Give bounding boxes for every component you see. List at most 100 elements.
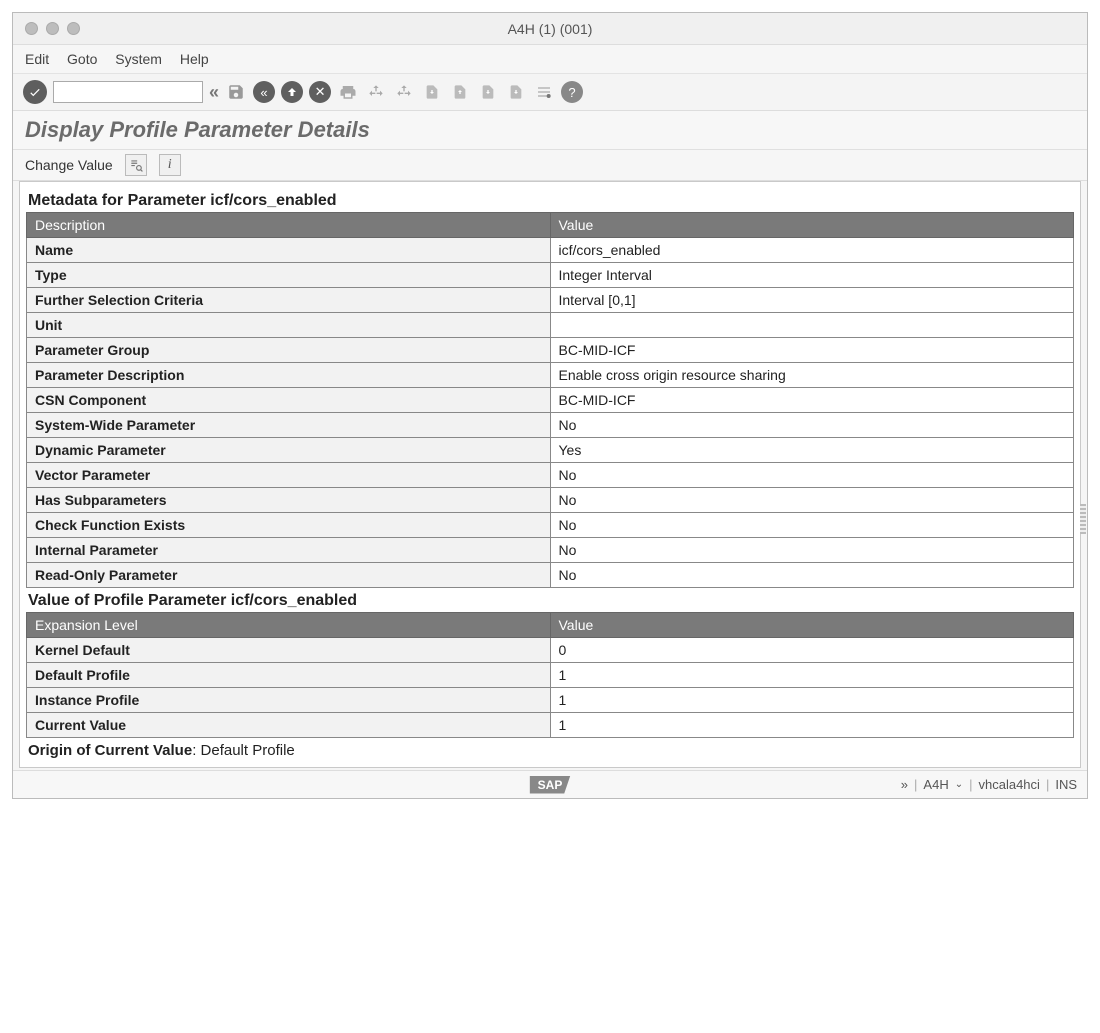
status-host: vhcala4hci <box>979 777 1040 792</box>
zoom-dot-icon[interactable] <box>67 22 80 35</box>
help-icon[interactable]: ? <box>561 81 583 103</box>
cancel-icon[interactable]: ✕ <box>309 81 331 103</box>
row-label: Check Function Exists <box>27 513 551 538</box>
row-value: BC-MID-ICF <box>550 388 1074 413</box>
new-session-icon[interactable] <box>533 81 555 103</box>
row-value: 1 <box>550 688 1074 713</box>
row-label: Read-Only Parameter <box>27 563 551 588</box>
origin-label: Origin of Current Value <box>28 742 192 759</box>
row-value: No <box>550 538 1074 563</box>
row-value: No <box>550 563 1074 588</box>
row-label: Further Selection Criteria <box>27 288 551 313</box>
menubar: Edit Goto System Help <box>13 45 1087 74</box>
table-row: Parameter GroupBC-MID-ICF <box>27 338 1074 363</box>
table-row: Vector ParameterNo <box>27 463 1074 488</box>
menu-help[interactable]: Help <box>180 51 209 67</box>
table-row: Instance Profile1 <box>27 688 1074 713</box>
window-title: A4H (1) (001) <box>13 21 1087 37</box>
row-value: No <box>550 463 1074 488</box>
row-label: Current Value <box>27 713 551 738</box>
next-page-icon[interactable] <box>477 81 499 103</box>
standard-toolbar: « « ✕ ? <box>13 74 1087 111</box>
back-double-icon[interactable]: « <box>209 82 219 103</box>
origin-value: Default Profile <box>201 742 295 759</box>
status-expand-icon[interactable]: » <box>901 777 908 792</box>
page-title: Display Profile Parameter Details <box>13 111 1087 150</box>
app-toolbar: Change Value i <box>13 150 1087 181</box>
table-row: Unit <box>27 313 1074 338</box>
origin-line: Origin of Current Value: Default Profile <box>26 738 1074 763</box>
status-system[interactable]: A4H <box>923 777 948 792</box>
metadata-section-title: Metadata for Parameter icf/cors_enabled <box>28 192 1072 210</box>
row-value: 1 <box>550 713 1074 738</box>
table-row: Read-Only ParameterNo <box>27 563 1074 588</box>
row-label: Internal Parameter <box>27 538 551 563</box>
table-row: Internal ParameterNo <box>27 538 1074 563</box>
sap-logo-icon: SAP <box>530 776 571 794</box>
row-value: 0 <box>550 638 1074 663</box>
menu-system[interactable]: System <box>115 51 162 67</box>
find-next-icon[interactable] <box>393 81 415 103</box>
row-value: No <box>550 488 1074 513</box>
table-row: Dynamic ParameterYes <box>27 438 1074 463</box>
metadata-col-value: Value <box>550 213 1074 238</box>
row-label: Unit <box>27 313 551 338</box>
table-row: Nameicf/cors_enabled <box>27 238 1074 263</box>
row-value: Enable cross origin resource sharing <box>550 363 1074 388</box>
row-label: Dynamic Parameter <box>27 438 551 463</box>
value-col-expansion: Expansion Level <box>27 613 551 638</box>
row-value: No <box>550 413 1074 438</box>
back-icon[interactable]: « <box>253 81 275 103</box>
prev-page-icon[interactable] <box>449 81 471 103</box>
table-row: Kernel Default0 <box>27 638 1074 663</box>
row-value <box>550 313 1074 338</box>
value-table: Expansion Level Value Kernel Default0Def… <box>26 612 1074 738</box>
row-label: Has Subparameters <box>27 488 551 513</box>
row-label: Vector Parameter <box>27 463 551 488</box>
find-icon[interactable] <box>365 81 387 103</box>
documentation-icon[interactable] <box>125 154 147 176</box>
enter-icon[interactable] <box>23 80 47 104</box>
row-label: Parameter Group <box>27 338 551 363</box>
change-value-button[interactable]: Change Value <box>25 157 113 173</box>
first-page-icon[interactable] <box>421 81 443 103</box>
command-field[interactable] <box>53 81 203 103</box>
row-value: icf/cors_enabled <box>550 238 1074 263</box>
table-row: Current Value1 <box>27 713 1074 738</box>
resize-grip-icon[interactable] <box>1080 504 1086 534</box>
last-page-icon[interactable] <box>505 81 527 103</box>
app-window: A4H (1) (001) Edit Goto System Help « « … <box>12 12 1088 799</box>
minimize-dot-icon[interactable] <box>46 22 59 35</box>
row-value: Integer Interval <box>550 263 1074 288</box>
value-section-title: Value of Profile Parameter icf/cors_enab… <box>28 592 1072 610</box>
save-icon[interactable] <box>225 81 247 103</box>
row-value: No <box>550 513 1074 538</box>
metadata-table: Description Value Nameicf/cors_enabledTy… <box>26 212 1074 588</box>
row-value: 1 <box>550 663 1074 688</box>
table-row: TypeInteger Interval <box>27 263 1074 288</box>
row-label: CSN Component <box>27 388 551 413</box>
table-row: Has SubparametersNo <box>27 488 1074 513</box>
info-icon[interactable]: i <box>159 154 181 176</box>
row-label: Type <box>27 263 551 288</box>
close-dot-icon[interactable] <box>25 22 38 35</box>
menu-goto[interactable]: Goto <box>67 51 97 67</box>
row-label: Default Profile <box>27 663 551 688</box>
menu-edit[interactable]: Edit <box>25 51 49 67</box>
table-row: Check Function ExistsNo <box>27 513 1074 538</box>
row-value: BC-MID-ICF <box>550 338 1074 363</box>
row-label: Instance Profile <box>27 688 551 713</box>
metadata-col-description: Description <box>27 213 551 238</box>
row-value: Yes <box>550 438 1074 463</box>
table-row: Default Profile1 <box>27 663 1074 688</box>
row-value: Interval [0,1] <box>550 288 1074 313</box>
value-col-value: Value <box>550 613 1074 638</box>
status-mode: INS <box>1055 777 1077 792</box>
titlebar[interactable]: A4H (1) (001) <box>13 13 1087 45</box>
print-icon[interactable] <box>337 81 359 103</box>
exit-icon[interactable] <box>281 81 303 103</box>
table-row: System-Wide ParameterNo <box>27 413 1074 438</box>
row-label: Parameter Description <box>27 363 551 388</box>
row-label: Name <box>27 238 551 263</box>
statusbar: SAP » | A4H ⌄ | vhcala4hci | INS <box>13 770 1087 798</box>
